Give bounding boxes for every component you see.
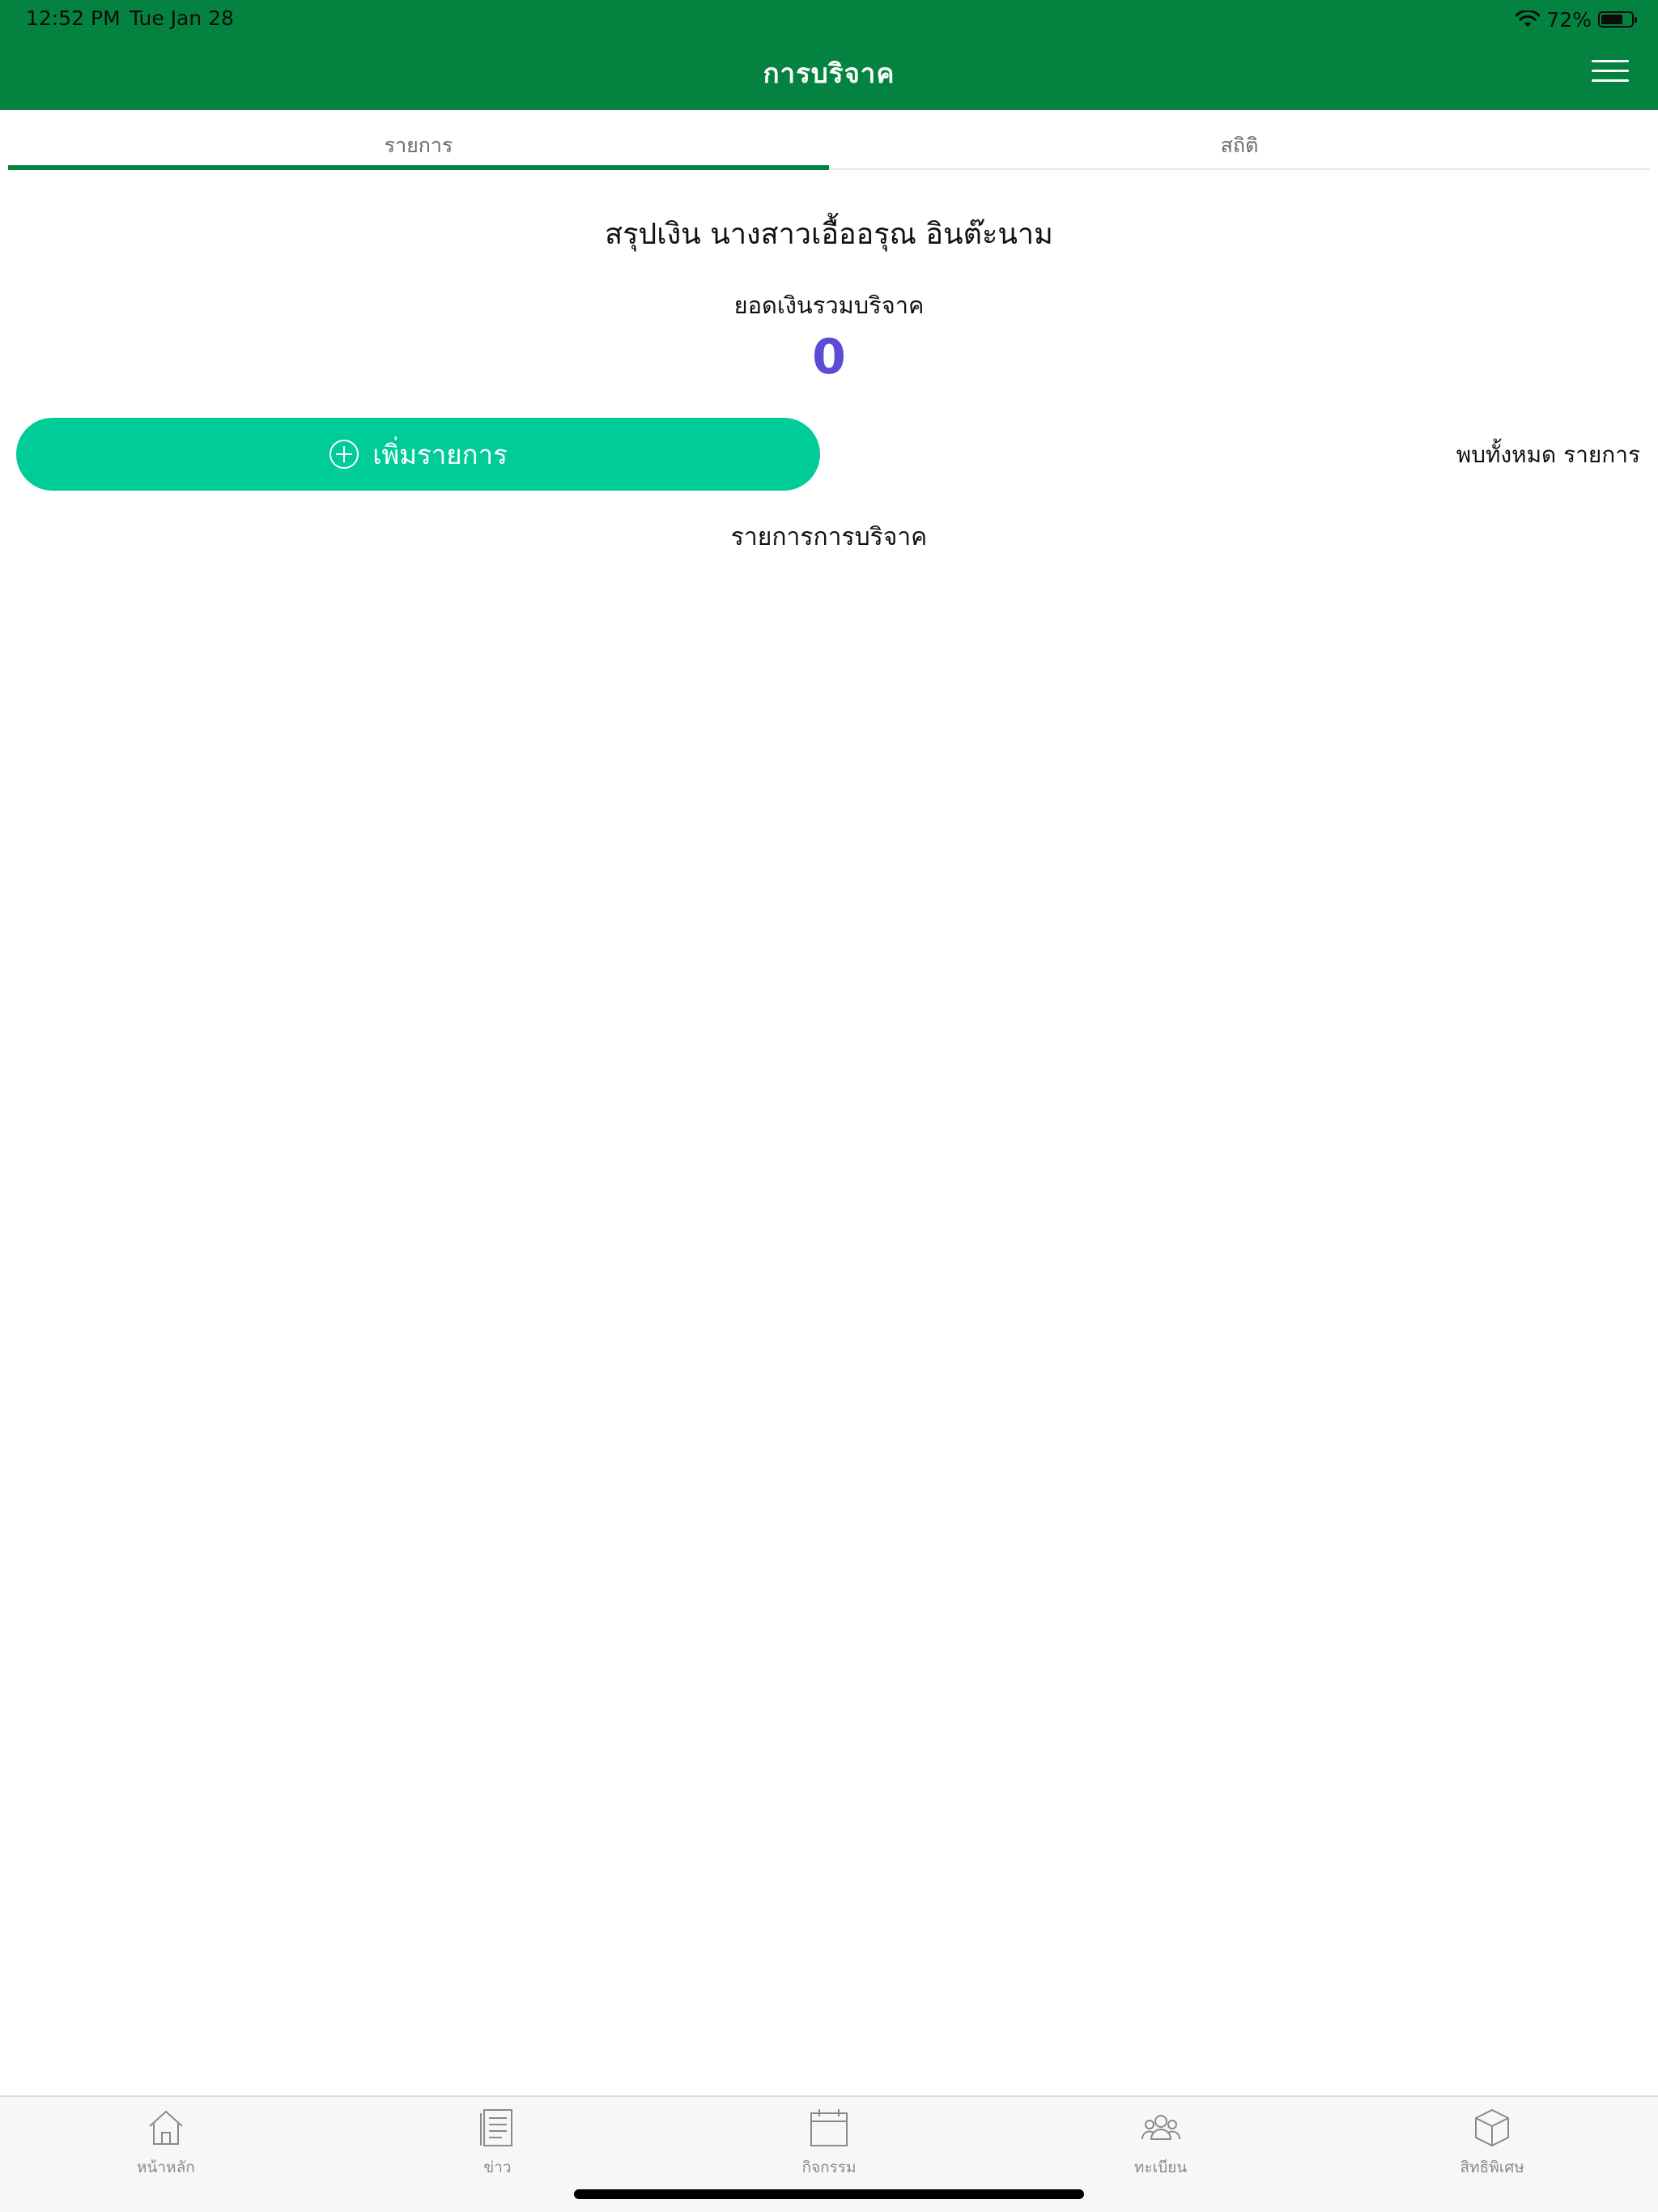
- status-indicators: 72%: [1516, 6, 1637, 32]
- total-donation-label: ยอดเงินรวมบริจาค: [733, 291, 925, 319]
- nav-registry-label: ทะเบียน: [1133, 2159, 1188, 2176]
- nav-privileges[interactable]: สิทธิพิเศษ: [1326, 2097, 1658, 2212]
- page-title: การบริจาค: [763, 57, 895, 89]
- nav-activities-label: กิจกรรม: [801, 2159, 857, 2176]
- hamburger-menu-icon[interactable]: [1592, 60, 1629, 86]
- app-header: 12:52 PM Tue Jan 28 72% การบริจาค: [0, 0, 1658, 110]
- nav-home[interactable]: หน้าหลัก: [0, 2097, 332, 2212]
- status-time: 12:52 PM: [26, 6, 121, 30]
- wifi-icon: [1516, 11, 1541, 27]
- home-indicator[interactable]: [574, 2189, 1084, 2199]
- box-icon: [1475, 2108, 1510, 2147]
- found-count-text: พบทั้งหมด รายการ: [1456, 441, 1640, 468]
- summary-title: สรุปเงิน นางสาวเอื้ออรุณ อินต๊ะนาม: [605, 218, 1053, 251]
- nav-news-label: ข่าว: [483, 2159, 512, 2176]
- tab-list[interactable]: รายการ: [8, 110, 829, 170]
- status-date: Tue Jan 28: [130, 6, 234, 30]
- battery-icon: [1598, 11, 1637, 28]
- add-item-button[interactable]: เพิ่มรายการ: [16, 418, 820, 491]
- nav-privileges-label: สิทธิพิเศษ: [1460, 2159, 1524, 2176]
- tab-statistics[interactable]: สถิติ: [829, 110, 1650, 168]
- home-icon: [149, 2110, 183, 2145]
- news-icon: [480, 2109, 513, 2146]
- people-icon: [1141, 2115, 1180, 2140]
- nav-home-label: หน้าหลัก: [136, 2159, 195, 2176]
- total-donation-value: 0: [812, 329, 846, 385]
- tab-bar: รายการ สถิติ: [8, 110, 1650, 170]
- battery-percent: 72%: [1546, 7, 1592, 32]
- donation-screen: 12:52 PM Tue Jan 28 72% การบริจาค รายการ…: [0, 0, 1658, 2212]
- plus-circle-icon: [329, 440, 359, 469]
- add-item-label: เพิ่มรายการ: [372, 438, 508, 470]
- donation-list-title: รายการการบริจาค: [730, 523, 928, 551]
- calendar-icon: [810, 2109, 848, 2146]
